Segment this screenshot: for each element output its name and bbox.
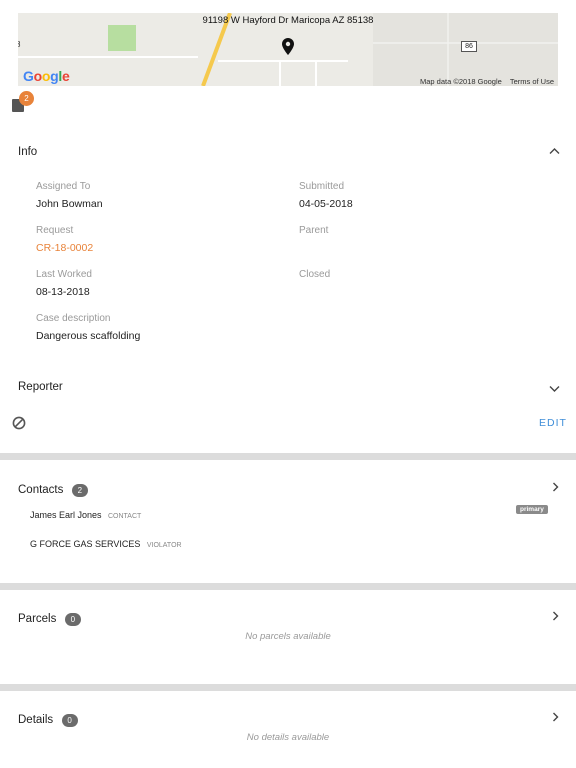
last-worked-label: Last Worked — [36, 269, 92, 280]
chevron-right-icon[interactable] — [552, 712, 559, 722]
parent-label: Parent — [299, 225, 329, 236]
contact-name: James Earl Jones — [30, 510, 102, 520]
chevron-up-icon[interactable] — [549, 147, 560, 155]
map-credits: Map data ©2018 Google Terms of Use — [412, 77, 554, 86]
info-section-title[interactable]: Info — [18, 146, 37, 158]
parcels-count-badge: 0 — [64, 613, 81, 626]
assigned-to-label: Assigned To — [36, 181, 91, 192]
map-data-text: Map data ©2018 Google — [419, 77, 502, 86]
details-header[interactable]: Details 0 — [18, 710, 78, 728]
contact-item[interactable]: James Earl Jones CONTACT — [30, 505, 141, 523]
block-icon[interactable] — [12, 416, 26, 430]
parcels-header[interactable]: Parcels 0 — [18, 609, 81, 627]
details-empty-message: No details available — [246, 732, 330, 743]
map-pin-icon[interactable] — [282, 38, 294, 55]
request-label: Request — [36, 225, 74, 236]
contact-item[interactable]: G FORCE GAS SERVICES VIOLATOR — [30, 534, 182, 552]
edit-button[interactable]: EDIT — [539, 417, 567, 429]
road-marker: 8 — [18, 40, 21, 49]
google-logo: Google — [23, 68, 70, 84]
parcels-section-title: Parcels — [18, 613, 57, 625]
submitted-label: Submitted — [299, 181, 345, 192]
primary-tag: primary — [516, 505, 548, 514]
map-address: 91198 W Hayford Dr Maricopa AZ 85138 — [202, 15, 374, 26]
details-count-badge: 0 — [61, 714, 78, 727]
parcels-empty-message: No parcels available — [245, 631, 331, 642]
details-section-title: Details — [18, 714, 54, 726]
case-description-value: Dangerous scaffolding — [36, 330, 141, 342]
terms-link[interactable]: Terms of Use — [510, 77, 554, 86]
contact-role: CONTACT — [107, 513, 142, 520]
reporter-section-title[interactable]: Reporter — [18, 381, 63, 393]
location-map[interactable]: 91198 W Hayford Dr Maricopa AZ 85138 86 … — [18, 13, 558, 86]
section-divider — [0, 583, 576, 590]
case-description-label: Case description — [36, 313, 111, 324]
last-worked-value: 08-13-2018 — [36, 286, 90, 298]
contacts-header[interactable]: Contacts 2 — [18, 480, 88, 498]
contacts-count-badge: 2 — [71, 484, 88, 497]
assigned-to-value: John Bowman — [36, 198, 103, 210]
chevron-right-icon[interactable] — [552, 482, 559, 492]
attachment-count-badge: 2 — [19, 91, 34, 106]
contact-role: VIOLATOR — [146, 542, 182, 549]
closed-label: Closed — [299, 269, 331, 280]
chevron-right-icon[interactable] — [552, 611, 559, 621]
chevron-down-icon[interactable] — [549, 385, 560, 393]
section-divider — [0, 684, 576, 691]
request-link[interactable]: CR-18-0002 — [36, 242, 93, 254]
contacts-section-title: Contacts — [18, 484, 64, 496]
contact-name: G FORCE GAS SERVICES — [30, 539, 141, 549]
submitted-value: 04-05-2018 — [299, 198, 353, 210]
route-marker: 86 — [461, 41, 477, 52]
section-divider — [0, 453, 576, 460]
